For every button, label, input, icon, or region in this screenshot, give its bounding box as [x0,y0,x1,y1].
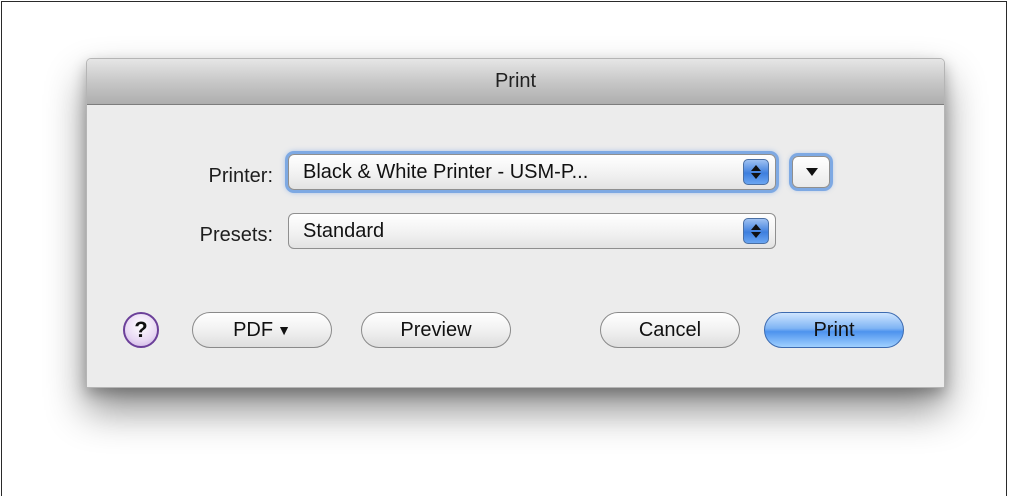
print-button-label: Print [813,319,855,341]
preview-button-label: Preview [400,319,472,341]
print-button[interactable]: Print [764,312,904,348]
up-down-arrows-icon [743,218,769,244]
pdf-button[interactable]: PDF ▼ [192,312,332,348]
expand-details-button[interactable] [792,156,830,188]
printer-select[interactable]: Black & White Printer - USM-P... [288,154,776,190]
presets-label: Presets: [199,224,273,246]
triangle-down-icon [806,168,818,176]
cancel-button[interactable]: Cancel [600,312,740,348]
presets-label-row: Presets: [87,215,273,255]
question-mark-icon: ? [134,317,148,342]
presets-select-value: Standard [303,220,385,242]
up-down-arrows-icon [743,159,769,185]
cancel-button-label: Cancel [638,319,702,341]
caret-down-icon: ▼ [277,322,291,338]
pdf-button-label: PDF [233,319,274,341]
printer-label: Printer: [208,165,273,187]
presets-select[interactable]: Standard [288,213,776,249]
printer-select-value: Black & White Printer - USM-P... [303,161,589,183]
preview-button[interactable]: Preview [361,312,511,348]
dialog-title: Print [87,59,944,105]
printer-label-row: Printer: [87,156,273,196]
print-dialog: Print Printer: Black & White Printer - U… [86,58,945,388]
help-button[interactable]: ? [123,312,159,348]
